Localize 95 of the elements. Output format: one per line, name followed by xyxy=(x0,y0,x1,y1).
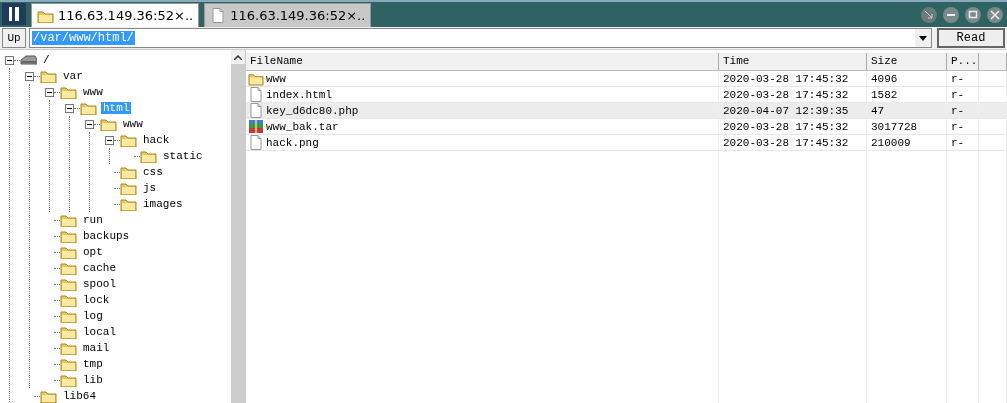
tree-item[interactable]: log xyxy=(81,310,105,322)
tab[interactable]: 116.63.149.36:52×.. xyxy=(31,3,200,27)
tree-item[interactable]: css xyxy=(141,166,165,178)
table-cell: 47 xyxy=(871,104,885,117)
table-cell: r- xyxy=(951,120,965,133)
tree-item[interactable]: cache xyxy=(81,262,118,274)
file-icon xyxy=(248,135,264,150)
folder-icon xyxy=(120,165,137,179)
table-cell: 1582 xyxy=(871,88,898,101)
tab[interactable]: 116.63.149.36:52×.. xyxy=(204,3,372,27)
table-cell: 2020-03-28 17:45:32 xyxy=(723,88,849,101)
folder-icon xyxy=(60,357,77,371)
collapse-toggle[interactable] xyxy=(65,103,74,113)
file-row[interactable]: www_bak.tar 2020-03-28 17:45:32 3017728 r- xyxy=(246,119,1007,135)
folder-icon xyxy=(120,181,137,195)
tree-item[interactable]: js xyxy=(141,182,159,194)
tree-item[interactable]: tmp xyxy=(81,358,105,370)
folder-icon xyxy=(120,133,137,147)
folder-icon xyxy=(60,277,77,291)
folder-icon xyxy=(140,149,157,163)
table-cell: 2020-03-28 17:45:32 xyxy=(723,136,849,149)
tree-item[interactable]: spool xyxy=(81,278,118,290)
tree-item[interactable]: www xyxy=(121,118,145,130)
close-icon[interactable] xyxy=(987,6,1003,23)
tree-item[interactable]: var xyxy=(61,70,85,82)
folder-icon xyxy=(40,389,57,403)
tree-item[interactable]: backups xyxy=(81,230,132,242)
folder-icon xyxy=(60,341,77,355)
folder-icon xyxy=(60,373,77,387)
scroll-up-icon xyxy=(234,54,242,60)
maximize-icon[interactable] xyxy=(965,6,981,23)
file-name: hack.png xyxy=(266,136,319,149)
tree-item[interactable]: mail xyxy=(81,342,112,354)
table-cell: r- xyxy=(951,72,965,85)
folder-icon xyxy=(60,85,77,99)
up-button[interactable]: Up xyxy=(2,28,26,48)
tree-item[interactable]: local xyxy=(81,326,118,338)
column-header[interactable]: FileName xyxy=(246,53,719,70)
collapse-toggle[interactable] xyxy=(105,135,114,145)
tree-item[interactable]: lib64 xyxy=(61,390,98,402)
folder-icon xyxy=(37,8,54,23)
table-cell: 210009 xyxy=(871,136,911,149)
file-name: index.html xyxy=(266,88,332,101)
table-cell: 2020-04-07 12:39:35 xyxy=(723,104,849,117)
collapse-toggle[interactable] xyxy=(5,55,14,65)
column-header[interactable]: Size xyxy=(867,53,947,70)
file-icon xyxy=(210,8,227,23)
collapse-toggle[interactable] xyxy=(45,87,54,97)
restore-icon[interactable] xyxy=(921,6,937,23)
minimize-icon[interactable] xyxy=(943,6,959,23)
tree-item[interactable]: lock xyxy=(81,294,112,306)
table-cell: r- xyxy=(951,136,965,149)
archive-icon xyxy=(248,119,264,134)
folder-icon xyxy=(60,213,77,227)
tree-item[interactable]: lib xyxy=(81,374,105,386)
folder-icon xyxy=(248,71,264,86)
file-name: www xyxy=(266,72,286,85)
tree-item[interactable]: opt xyxy=(81,246,105,258)
read-button[interactable]: Read xyxy=(937,28,1005,48)
file-name: key_d6dc80.php xyxy=(266,104,359,117)
table-cell: 3017728 xyxy=(871,120,918,133)
file-icon xyxy=(248,103,264,118)
folder-icon xyxy=(40,69,57,83)
column-header[interactable]: Time xyxy=(719,53,867,70)
table-cell: r- xyxy=(951,104,965,117)
folder-icon xyxy=(60,229,77,243)
window-menu-button[interactable] xyxy=(2,3,26,25)
file-row[interactable]: www 2020-03-28 17:45:32 4096 r- xyxy=(246,71,1007,87)
scrollbar[interactable] xyxy=(231,50,245,403)
folder-icon xyxy=(60,245,77,259)
folder-icon xyxy=(60,309,77,323)
tree-item[interactable]: static xyxy=(161,150,205,162)
folder-icon xyxy=(100,117,117,131)
folder-icon xyxy=(80,101,97,115)
folder-icon xyxy=(60,325,77,339)
drive-icon xyxy=(20,53,37,67)
tree-item[interactable]: hack xyxy=(141,134,172,146)
folder-icon xyxy=(60,261,77,275)
tree-item[interactable]: www xyxy=(81,86,105,98)
file-icon xyxy=(248,87,264,102)
collapse-toggle[interactable] xyxy=(85,119,94,129)
column-header[interactable]: P... xyxy=(947,53,979,70)
table-cell: 4096 xyxy=(871,72,898,85)
table-cell: r- xyxy=(951,88,965,101)
file-row[interactable]: hack.png 2020-03-28 17:45:32 210009 r- xyxy=(246,135,1007,151)
folder-icon xyxy=(120,197,137,211)
file-row[interactable]: key_d6dc80.php 2020-04-07 12:39:35 47 r- xyxy=(246,103,1007,119)
tree-item[interactable]: run xyxy=(81,214,105,226)
tree-item[interactable]: images xyxy=(141,198,185,210)
tree-item[interactable]: / xyxy=(41,54,52,66)
file-name: www_bak.tar xyxy=(266,120,339,133)
table-cell: 2020-03-28 17:45:32 xyxy=(723,120,849,133)
collapse-toggle[interactable] xyxy=(25,71,34,81)
table-cell: 2020-03-28 17:45:32 xyxy=(723,72,849,85)
folder-icon xyxy=(60,293,77,307)
